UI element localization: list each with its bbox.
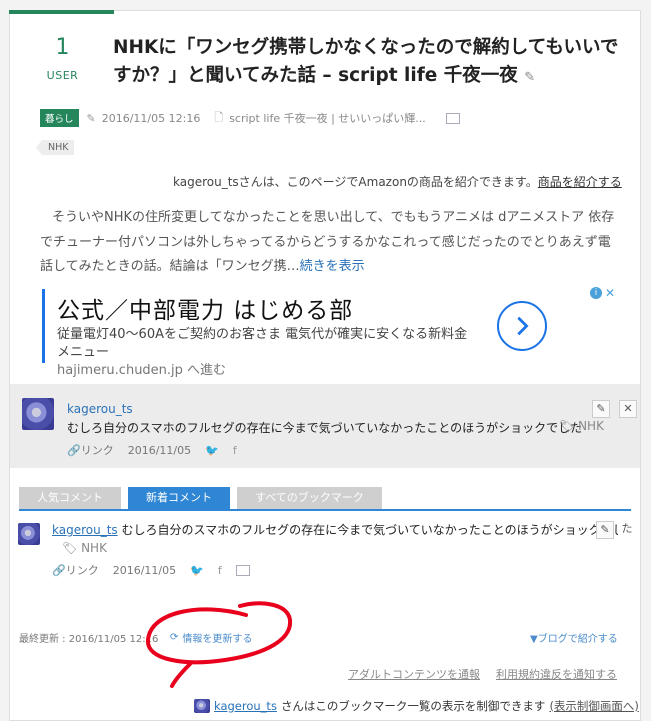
image-icon[interactable]: [235, 564, 250, 576]
list-item-user[interactable]: kagerou_ts: [52, 523, 118, 537]
ad-url[interactable]: hajimeru.chuden.jp へ進む: [57, 363, 226, 378]
entry-accent-bar: [9, 10, 114, 14]
amazon-notice-text: kagerou_tsさんは、このページでAmazonの商品を紹介できます。: [173, 175, 538, 189]
display-control-notice: kagerou_ts さんはこのブックマーク一覧の表示を制御できます (表示制御…: [194, 698, 639, 714]
twitter-icon[interactable]: 🐦: [190, 564, 204, 577]
bookmark-link[interactable]: 🔗リンク: [67, 442, 114, 458]
amazon-notice: kagerou_tsさんは、このページでAmazonの商品を紹介できます。商品を…: [173, 173, 622, 190]
ad-description: 従量電灯40～60Aをご契約のお客さま 電気代が確実に安くなる新料金メニュー h…: [57, 326, 477, 380]
edit-button[interactable]: ✎: [592, 400, 610, 418]
control-user[interactable]: kagerou_ts: [214, 699, 277, 713]
user-count-number: 1: [55, 35, 70, 60]
ad-info-icon[interactable]: i: [590, 287, 602, 299]
chevron-right-icon: [517, 316, 529, 336]
tag-icon: 🏷: [559, 419, 575, 433]
edit-button[interactable]: ✎: [596, 521, 614, 539]
list-item-link-row: 🔗リンク 2016/11/05 🐦 f: [52, 562, 250, 578]
list-item-tag-label: NHK: [81, 541, 107, 555]
document-icon: 🗋: [214, 110, 224, 124]
entry-source[interactable]: script life 千夜一夜 | せいいっぱい輝...: [229, 110, 426, 126]
last-updated: 最終更新 : 2016/11/05 12:16: [19, 634, 159, 645]
category-badge[interactable]: 暮らし: [40, 109, 79, 127]
read-more-link[interactable]: 続きを表示: [300, 259, 365, 274]
entry-title[interactable]: NHKに「ワンセグ携帯しかなくなったので解約してもいいですか？」と聞いてみた話 …: [113, 34, 625, 92]
my-bookmark: kagerou_ts むしろ自分のスマホのフルセグの存在に今まで気づいていなかっ…: [10, 384, 640, 468]
list-item-link-label: リンク: [65, 564, 99, 577]
tab-all-bookmarks[interactable]: すべてのブックマーク: [237, 487, 382, 509]
entry-summary: そういやNHKの住所変更してなかったことを思い出して、でももうアニメは dアニメ…: [40, 206, 615, 280]
ad-arrow-button[interactable]: [497, 301, 547, 351]
list-item-header: kagerou_ts むしろ自分のスマホのフルセグの存在に今まで気づいていなかっ…: [52, 521, 637, 538]
image-icon[interactable]: [445, 112, 460, 124]
bookmark-date: 2016/11/05: [127, 443, 192, 457]
bookmark-user[interactable]: kagerou_ts: [67, 402, 133, 416]
avatar[interactable]: [194, 699, 210, 713]
list-item-link[interactable]: 🔗リンク: [52, 562, 99, 578]
list-item-tag[interactable]: 🏷 NHK: [62, 541, 107, 555]
entry-date: 2016/11/05 12:16: [101, 111, 201, 125]
user-count[interactable]: 1 USER: [40, 35, 85, 83]
entry-tag[interactable]: NHK: [36, 140, 75, 155]
list-item-date: 2016/11/05: [112, 563, 177, 577]
ad-close-icon[interactable]: ✕: [604, 287, 616, 299]
bookmark-tag[interactable]: 🏷 NHK: [559, 419, 604, 433]
amazon-intro-link[interactable]: 商品を紹介する: [538, 175, 622, 189]
entry-meta: 暮らし ✎ 2016/11/05 12:16 🗋 script life 千夜一…: [40, 109, 460, 127]
list-item-comment: むしろ自分のスマホのフルセグの存在に今まで気づいていなかったことのほうがショック…: [121, 523, 637, 537]
bookmark-comment: むしろ自分のスマホのフルセグの存在に今まで気づいていなかったことのほうがショック…: [67, 421, 583, 435]
facebook-icon[interactable]: f: [218, 564, 222, 577]
control-text: さんはこのブックマーク一覧の表示を制御できます: [280, 699, 546, 713]
list-item: kagerou_ts むしろ自分のスマホのフルセグの存在に今まで気づいていなかっ…: [10, 511, 640, 605]
tab-new-comments[interactable]: 新着コメント: [128, 487, 230, 509]
pencil-icon: ✎: [86, 111, 96, 125]
tos-report-link[interactable]: 利用規約違反を通知する: [496, 666, 617, 682]
user-count-label: USER: [46, 69, 79, 82]
adult-report-link[interactable]: アダルトコンテンツを通報: [348, 666, 480, 682]
bookmark-link-row: 🔗リンク 2016/11/05 🐦 f: [67, 442, 237, 458]
bookmark-tag-label: NHK: [578, 419, 604, 433]
tab-popular-comments[interactable]: 人気コメント: [19, 487, 121, 509]
delete-button[interactable]: ✕: [619, 400, 637, 418]
edit-pencil-icon[interactable]: ✎: [524, 70, 535, 85]
avatar[interactable]: [18, 523, 40, 545]
ad-controls: i ✕: [590, 287, 616, 299]
refresh-label: 情報を更新する: [182, 634, 253, 645]
bookmark-link-label: リンク: [80, 444, 114, 457]
blog-intro-link[interactable]: ▼ブログで紹介する: [530, 630, 618, 645]
control-link[interactable]: (表示制御画面へ): [549, 698, 638, 714]
tag-icon: 🏷: [62, 541, 78, 555]
ad-headline[interactable]: 公式／中部電力 はじめる部: [57, 291, 353, 325]
ad-banner[interactable]: 公式／中部電力 はじめる部 従量電灯40～60Aをご契約のお客さま 電気代が確実…: [42, 287, 618, 378]
refresh-icon: ⟳: [170, 632, 179, 643]
list-item-more[interactable]: た: [618, 521, 636, 539]
comment-tabs: 人気コメント 新着コメント すべてのブックマーク: [19, 487, 382, 509]
twitter-icon[interactable]: 🐦: [205, 444, 219, 457]
ad-desc-text: 従量電灯40～60Aをご契約のお客さま 電気代が確実に安くなる新料金メニュー: [57, 327, 468, 360]
facebook-icon[interactable]: f: [233, 444, 237, 457]
entry-title-text[interactable]: NHKに「ワンセグ携帯しかなくなったので解約してもいいですか？」と聞いてみた話 …: [113, 37, 618, 86]
avatar[interactable]: [22, 398, 54, 430]
refresh-button[interactable]: ⟳ 情報を更新する: [170, 630, 252, 645]
